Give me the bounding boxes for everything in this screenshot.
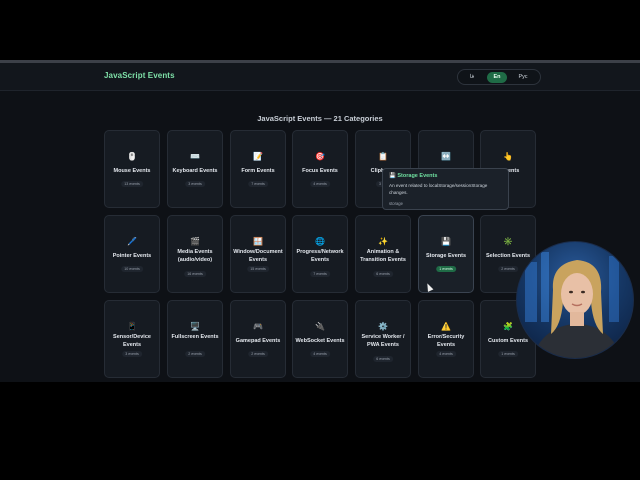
gear-icon: ⚙️ [378,322,388,331]
event-count-badge: 4 events [436,351,456,357]
event-count-badge: 10 events [121,266,143,272]
focus-target-icon: 🎯 [315,152,325,161]
category-card[interactable]: ⚠️ Error/Security Events 4 events [418,300,474,378]
event-count-badge: 7 events [310,271,330,277]
category-name: Progress/Network Events [296,249,344,263]
category-name: Error/Security Events [427,334,465,348]
media-clapper-icon: 🎬 [190,237,200,246]
monitor-icon: 🖥️ [190,322,200,331]
category-card[interactable]: 🖱️ Mouse Events 13 events [104,130,160,208]
category-name: Form Events [241,168,275,174]
mouse-icon: 🖱️ [127,152,137,161]
selection-icon: ✳️ [503,237,513,246]
floppy-disk-icon: 💾 [389,173,396,179]
globe-network-icon: 🌐 [315,237,325,246]
category-card[interactable]: ⚙️ Service Worker / PWA Events 6 events [355,300,411,378]
category-card[interactable]: 📱 Sensor/Device Events 3 events [104,300,160,378]
category-name: Mouse Events [113,168,151,174]
tooltip-tag: storage [389,201,403,206]
page-title: JavaScript Events — 21 Categories [257,114,383,123]
floppy-disk-icon: 💾 [441,237,451,246]
tooltip-title: 💾 Storage Events [389,173,437,179]
category-name: Selection Events [485,253,531,259]
warning-icon: ⚠️ [441,322,451,331]
event-count-badge: 4 events [310,351,330,357]
category-card[interactable]: ⌨️ Keyboard Events 3 events [167,130,223,208]
lang-button-ru[interactable]: Рус [514,72,532,83]
category-name: Window/Document Events [233,249,283,263]
form-icon: 📝 [253,152,263,161]
category-name: Sensor/Device Events [113,334,151,348]
category-card[interactable]: 🪟 Window/Document Events 15 events [230,215,286,293]
category-card[interactable]: 🎬 Media Events (audio/video) 16 events [167,215,223,293]
event-count-badge: 6 events [373,356,393,362]
lang-button-en[interactable]: En [487,72,507,83]
event-count-badge: 1 events [498,351,518,357]
mobile-sensor-icon: 📱 [127,322,137,331]
event-count-badge: 6 events [373,271,393,277]
category-card[interactable]: 🖥️ Fullscreen Events 2 events [167,300,223,378]
category-card[interactable]: 📝 Form Events 7 events [230,130,286,208]
event-count-badge: 3 events [185,181,205,187]
gamepad-icon: 🎮 [253,322,263,331]
pointer-pen-icon: 🖊️ [127,237,137,246]
event-count-badge: 13 events [121,181,143,187]
sparkles-icon: ✨ [378,237,388,246]
category-name: Media Events (audio/video) [177,249,213,263]
category-card[interactable]: 🎮 Gamepad Events 2 events [230,300,286,378]
category-name: Gamepad Events [235,338,281,344]
category-name: WebSocket Events [295,338,345,344]
presenter-video [525,252,621,358]
event-count-badge: 16 events [184,271,206,277]
category-name: Service Worker / PWA Events [361,334,405,348]
brand-title[interactable]: JavaScript Events [104,71,175,80]
screen: JavaScript Events فا En Рус JavaScript E… [0,0,640,480]
category-name: Fullscreen Events [171,334,219,340]
event-count-badge: 2 events [185,351,205,357]
event-count-badge: 3 events [122,351,142,357]
lang-button-fa[interactable]: فا [464,72,480,83]
event-count-badge: 2 events [498,266,518,272]
category-name: Keyboard Events [172,168,218,174]
keyboard-icon: ⌨️ [190,152,200,161]
category-card[interactable]: 🌐 Progress/Network Events 7 events [292,215,348,293]
tooltip-title-text: Storage Events [397,173,438,179]
tooltip-description: An event related to localStorage/session… [389,183,488,195]
category-card[interactable]: 💾 Storage Events 1 events [418,215,474,293]
category-card[interactable]: 🎯 Focus Events 4 events [292,130,348,208]
category-card[interactable]: 🔌 WebSocket Events 4 events [292,300,348,378]
event-count-badge: 15 events [247,266,269,272]
event-count-badge: 2 events [248,351,268,357]
category-name: Focus Events [302,168,338,174]
category-name: Storage Events [425,253,467,259]
category-name: Pointer Events [112,253,152,259]
category-name: Custom Events [487,338,529,344]
webcam-overlay [516,241,634,359]
language-switcher: فا En Рус [457,69,541,85]
window-icon: 🪟 [253,237,263,246]
event-count-badge: 1 events [436,266,456,272]
event-count-badge: 7 events [248,181,268,187]
clipboard-icon: 📋 [378,152,388,161]
category-card[interactable]: 🖊️ Pointer Events 10 events [104,215,160,293]
touch-icon: 👆 [503,152,513,161]
category-tooltip: 💾 Storage Events An event related to loc… [382,168,509,210]
header: JavaScript Events فا En Рус [0,63,640,91]
drag-drop-icon: ↔️ [441,152,451,161]
plug-icon: 🔌 [315,322,325,331]
category-name: Animation & Transition Events [360,249,406,263]
event-count-badge: 4 events [310,181,330,187]
category-card[interactable]: ✨ Animation & Transition Events 6 events [355,215,411,293]
